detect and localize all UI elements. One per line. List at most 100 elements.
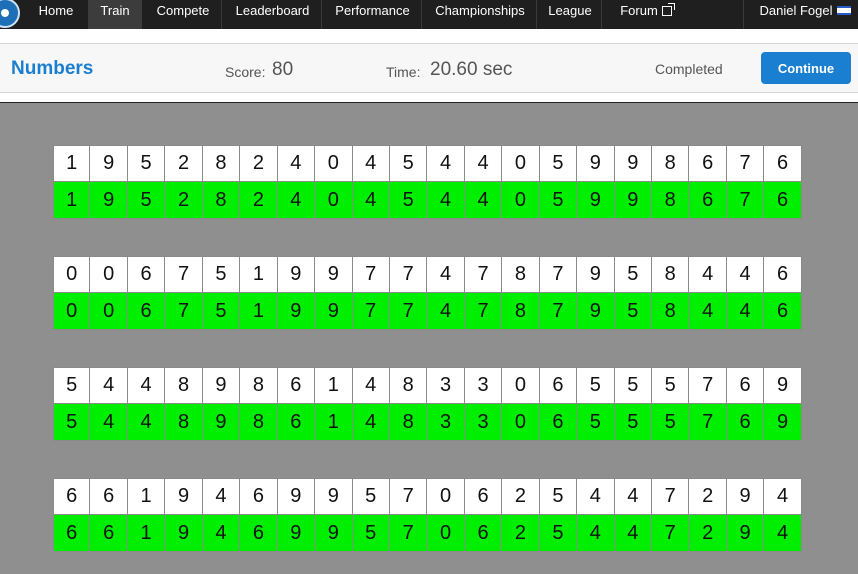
answer-digit-cell[interactable]: 4 — [577, 515, 615, 552]
answer-digit-cell[interactable]: 9 — [726, 515, 765, 552]
score-label: Score: — [225, 64, 266, 80]
answer-digit-cell[interactable]: 7 — [652, 515, 690, 552]
answer-digit-cell[interactable]: 5 — [614, 404, 652, 441]
answer-digit-cell[interactable]: 4 — [726, 293, 765, 330]
answer-digit-cell[interactable]: 3 — [427, 404, 465, 441]
answer-digit-cell[interactable]: 9 — [165, 515, 203, 552]
answer-digit-cell[interactable]: 6 — [127, 293, 166, 330]
answer-digit-cell[interactable]: 4 — [127, 404, 166, 441]
answer-digit-cell[interactable]: 9 — [614, 182, 652, 219]
answer-digit-cell[interactable]: 0 — [502, 182, 540, 219]
answer-digit-cell[interactable]: 9 — [315, 293, 353, 330]
answer-digit-cell[interactable]: 2 — [502, 515, 540, 552]
nav-league[interactable]: League — [540, 0, 600, 29]
continue-button[interactable]: Continue — [761, 52, 851, 84]
answer-digit-cell[interactable]: 0 — [315, 182, 353, 219]
answer-digit-cell[interactable]: 2 — [165, 182, 203, 219]
answer-digit-cell[interactable]: 7 — [726, 182, 765, 219]
answer-digit-cell[interactable]: 9 — [90, 182, 128, 219]
answer-digit-cell[interactable]: 6 — [726, 404, 765, 441]
answer-digit-cell[interactable]: 4 — [764, 515, 802, 552]
answer-digit-cell[interactable]: 1 — [127, 515, 166, 552]
answer-digit-cell[interactable]: 5 — [53, 404, 91, 441]
answer-digit-cell[interactable]: 5 — [652, 404, 690, 441]
answer-digit-cell[interactable]: 4 — [614, 515, 652, 552]
site-logo-icon[interactable] — [0, 0, 20, 28]
nav-home[interactable]: Home — [28, 0, 84, 29]
answer-digit-cell[interactable]: 9 — [764, 404, 802, 441]
answer-digit-cell[interactable]: 4 — [277, 182, 316, 219]
nav-user-menu[interactable]: Daniel Fogel — [752, 0, 858, 29]
answer-digit-cell[interactable]: 6 — [90, 515, 128, 552]
answer-digit-cell[interactable]: 7 — [389, 515, 428, 552]
answer-digit-cell[interactable]: 6 — [764, 293, 802, 330]
answer-digit-cell[interactable]: 9 — [202, 404, 241, 441]
answer-digit-cell[interactable]: 4 — [427, 293, 465, 330]
target-digit-cell: 9 — [315, 256, 353, 293]
answer-digit-cell[interactable]: 7 — [464, 293, 503, 330]
answer-digit-cell[interactable]: 5 — [352, 515, 390, 552]
answer-digit-cell[interactable]: 4 — [464, 182, 503, 219]
answer-digit-cell[interactable]: 8 — [202, 182, 241, 219]
answer-digit-cell[interactable]: 9 — [577, 293, 615, 330]
answer-digit-cell[interactable]: 8 — [240, 404, 278, 441]
answer-digit-cell[interactable]: 4 — [90, 404, 128, 441]
answer-digit-cell[interactable]: 8 — [652, 293, 690, 330]
answer-digit-cell[interactable]: 7 — [389, 293, 428, 330]
answer-digit-cell[interactable]: 6 — [53, 515, 91, 552]
nav-leaderboard[interactable]: Leaderboard — [225, 0, 320, 29]
nav-compete[interactable]: Compete — [146, 0, 220, 29]
answer-digit-cell[interactable]: 8 — [652, 182, 690, 219]
answer-digit-cell[interactable]: 4 — [352, 182, 390, 219]
answer-digit-cell[interactable]: 5 — [389, 182, 428, 219]
nav-train[interactable]: Train — [88, 0, 142, 29]
nav-performance[interactable]: Performance — [325, 0, 420, 29]
answer-digit-cell[interactable]: 8 — [502, 293, 540, 330]
answer-digit-cell[interactable]: 6 — [277, 404, 316, 441]
answer-digit-cell[interactable]: 0 — [90, 293, 128, 330]
answer-digit-cell[interactable]: 7 — [689, 404, 727, 441]
target-digit-cell: 6 — [53, 478, 91, 515]
answer-digit-cell[interactable]: 6 — [539, 404, 578, 441]
answer-digit-cell[interactable]: 9 — [277, 515, 316, 552]
target-digit-cell: 3 — [427, 367, 465, 404]
answer-digit-cell[interactable]: 6 — [464, 515, 503, 552]
nav-forum[interactable]: Forum — [605, 0, 687, 29]
answer-digit-cell[interactable]: 5 — [202, 293, 241, 330]
answer-digit-cell[interactable]: 5 — [127, 182, 166, 219]
answer-digit-cell[interactable]: 1 — [240, 293, 278, 330]
answer-digit-cell[interactable]: 7 — [539, 293, 578, 330]
target-digit-cell: 5 — [127, 145, 166, 182]
target-digit-cell: 8 — [652, 256, 690, 293]
answer-digit-cell[interactable]: 9 — [315, 515, 353, 552]
answer-digit-cell[interactable]: 6 — [764, 182, 802, 219]
answer-digit-cell[interactable]: 4 — [202, 515, 241, 552]
answer-digit-cell[interactable]: 5 — [577, 404, 615, 441]
answer-digit-cell[interactable]: 2 — [240, 182, 278, 219]
answer-digit-cell[interactable]: 9 — [277, 293, 316, 330]
answer-digit-cell[interactable]: 4 — [352, 404, 390, 441]
answer-digit-cell[interactable]: 5 — [614, 293, 652, 330]
answer-digit-cell[interactable]: 2 — [689, 515, 727, 552]
answer-digit-cell[interactable]: 5 — [539, 515, 578, 552]
answer-digit-cell[interactable]: 6 — [689, 182, 727, 219]
answer-digit-cell[interactable]: 9 — [577, 182, 615, 219]
answer-digit-cell[interactable]: 3 — [464, 404, 503, 441]
answer-digit-cell[interactable]: 6 — [240, 515, 278, 552]
target-digit-cell: 6 — [127, 256, 166, 293]
answer-digit-cell[interactable]: 1 — [315, 404, 353, 441]
target-digit-cell: 6 — [689, 145, 727, 182]
answer-digit-cell[interactable]: 4 — [689, 293, 727, 330]
target-digit-cell: 4 — [577, 478, 615, 515]
answer-digit-cell[interactable]: 5 — [539, 182, 578, 219]
answer-digit-cell[interactable]: 0 — [427, 515, 465, 552]
nav-championships[interactable]: Championships — [425, 0, 535, 29]
answer-digit-cell[interactable]: 8 — [389, 404, 428, 441]
answer-digit-cell[interactable]: 0 — [53, 293, 91, 330]
answer-digit-cell[interactable]: 7 — [165, 293, 203, 330]
answer-digit-cell[interactable]: 1 — [53, 182, 91, 219]
answer-digit-cell[interactable]: 7 — [352, 293, 390, 330]
answer-digit-cell[interactable]: 4 — [427, 182, 465, 219]
answer-digit-cell[interactable]: 0 — [502, 404, 540, 441]
answer-digit-cell[interactable]: 8 — [165, 404, 203, 441]
